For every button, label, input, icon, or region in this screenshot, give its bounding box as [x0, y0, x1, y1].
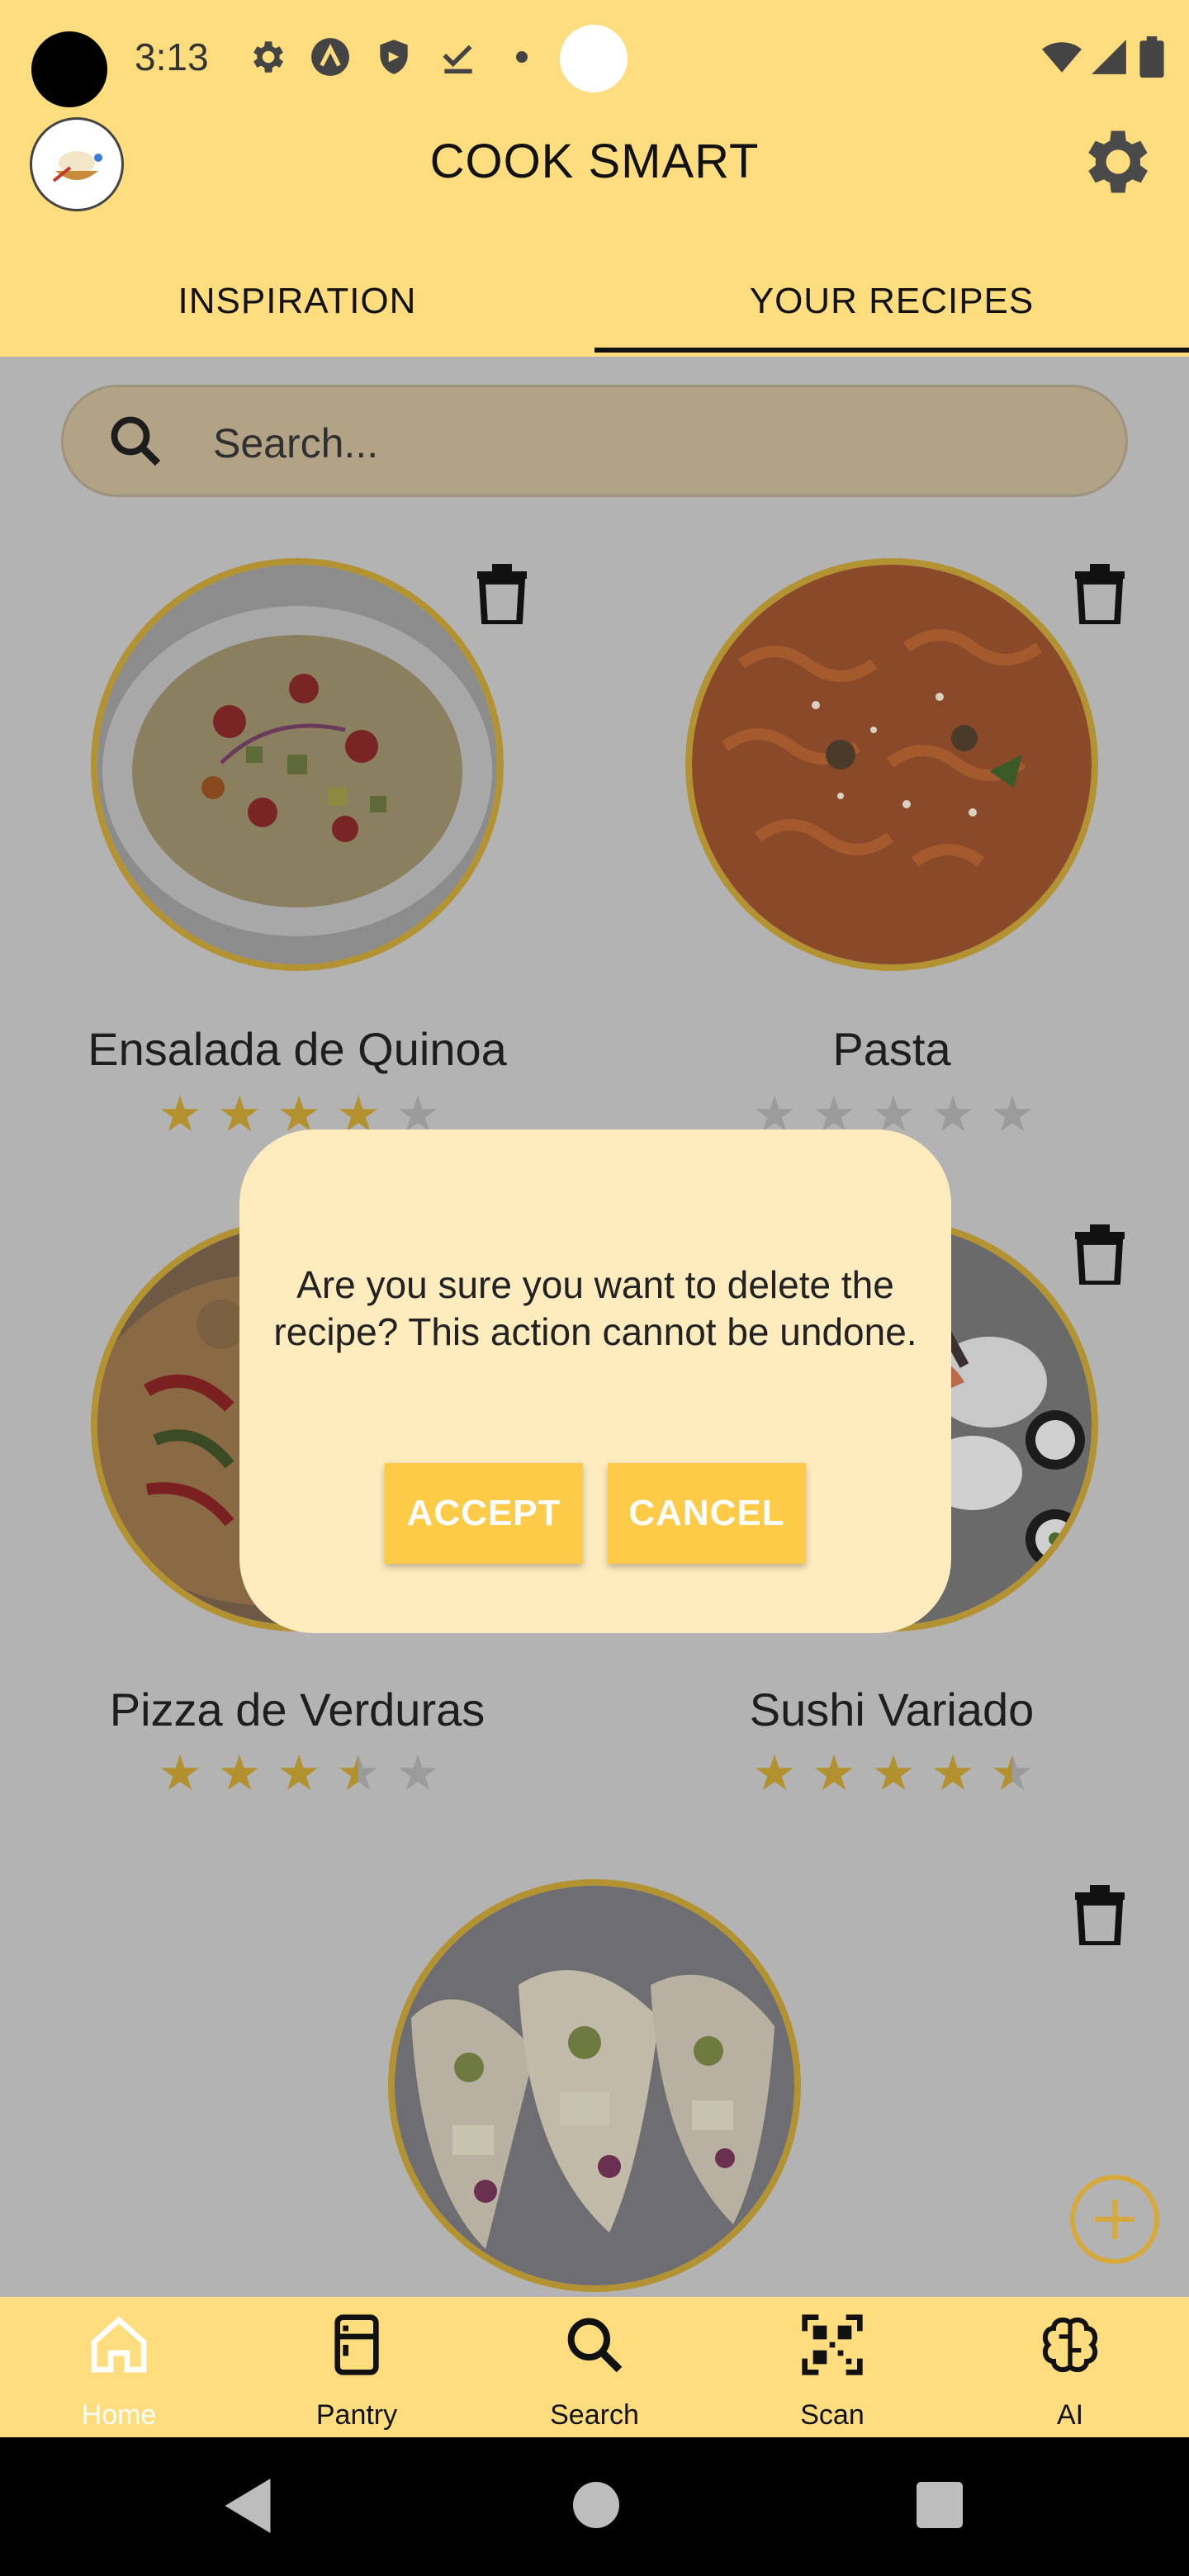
home-circle-icon[interactable] [573, 2482, 619, 2528]
nav-item-search[interactable]: Search [528, 2312, 661, 2436]
more-notifications-dot [516, 51, 528, 63]
app-title: COOK SMART [429, 135, 760, 188]
brain-icon [1042, 2317, 1098, 2373]
battery-icon [1139, 36, 1164, 78]
recipe-rating: ★ ★ ★ ★ ★ [155, 1749, 443, 1798]
nav-label: Search [550, 2399, 639, 2431]
app-logo-notification-icon [311, 38, 349, 76]
active-tab-indicator [594, 348, 1189, 353]
nav-item-ai[interactable]: AI [1004, 2312, 1136, 2436]
tab-inspiration[interactable]: INSPIRATION [0, 281, 594, 322]
back-icon[interactable] [225, 2479, 271, 2533]
recipe-name[interactable]: Sushi Variado [594, 1683, 1189, 1736]
settings-gear-icon[interactable] [1073, 121, 1156, 203]
nav-label: Pantry [315, 2399, 398, 2431]
star-half: ★ [334, 1749, 383, 1798]
nav-label: AI [1056, 2399, 1084, 2431]
recipe-image-quinoa[interactable] [91, 558, 504, 971]
search-icon [567, 2318, 623, 2373]
delete-recipe-icon[interactable] [1075, 1884, 1125, 1945]
add-recipe-button[interactable] [1070, 2175, 1159, 2264]
front-camera [31, 31, 107, 107]
nav-item-home[interactable]: Home [53, 2312, 185, 2436]
star-half: ★ [988, 1749, 1037, 1798]
search-icon [111, 416, 161, 466]
delete-recipe-icon[interactable] [1075, 1224, 1125, 1285]
star-filled: ★ [158, 1745, 202, 1801]
system-navigation-bar [0, 2437, 1189, 2576]
nav-label: Home [81, 2399, 157, 2431]
nav-item-scan[interactable]: Scan [766, 2312, 898, 2436]
recipe-name[interactable]: Pizza de Verduras [0, 1683, 594, 1736]
pasta-image [692, 565, 1092, 964]
star-filled: ★ [217, 1745, 262, 1801]
star-filled: ★ [158, 1087, 202, 1142]
star-filled: ★ [277, 1745, 321, 1801]
fridge-icon [334, 2314, 379, 2375]
star-empty: ★ [396, 1745, 440, 1801]
recipe-name[interactable]: Pasta [594, 1022, 1189, 1076]
recipe-name[interactable]: Ensalada de Quinoa [0, 1022, 594, 1076]
delete-recipe-icon[interactable] [477, 563, 527, 624]
fish-tacos-image [395, 1886, 794, 2285]
star-empty: ★ [931, 1087, 975, 1142]
qr-code-icon [802, 2314, 863, 2375]
cancel-button[interactable]: CANCEL [608, 1463, 806, 1564]
search-input[interactable]: Search... [213, 419, 378, 467]
delete-confirm-dialog [239, 1129, 951, 1633]
settings-notification-icon [253, 41, 283, 73]
star-empty: ★ [990, 1087, 1035, 1142]
star-filled: ★ [752, 1745, 797, 1801]
star-filled: ★ [217, 1087, 262, 1142]
wifi-icon [1042, 42, 1082, 73]
shield-notification-icon [380, 40, 408, 74]
status-time: 3:13 [135, 36, 209, 78]
quinoa-salad-image [97, 565, 497, 964]
tab-your-recipes[interactable]: YOUR RECIPES [594, 281, 1189, 322]
recipe-image-tacos[interactable] [388, 1879, 801, 2292]
screen-record-indicator [560, 25, 628, 92]
dialog-message: Are you sure you want to delete the reci… [273, 1263, 917, 1353]
delete-recipe-icon[interactable] [1075, 563, 1125, 624]
recipe-image-pasta[interactable] [685, 558, 1098, 971]
nav-item-pantry[interactable]: Pantry [291, 2312, 423, 2436]
download-done-notification-icon [443, 45, 472, 73]
star-filled: ★ [812, 1745, 856, 1801]
star-filled: ★ [931, 1745, 975, 1801]
recipe-rating: ★ ★ ★ ★ ★ [750, 1749, 1037, 1798]
recents-icon[interactable] [917, 2482, 963, 2528]
cell-signal-icon [1092, 40, 1126, 74]
status-bar: 3:13 [0, 0, 1189, 112]
star-filled: ★ [871, 1745, 916, 1801]
home-icon [91, 2316, 147, 2373]
accept-button[interactable]: ACCEPT [385, 1463, 583, 1564]
nav-label: Scan [800, 2399, 865, 2431]
